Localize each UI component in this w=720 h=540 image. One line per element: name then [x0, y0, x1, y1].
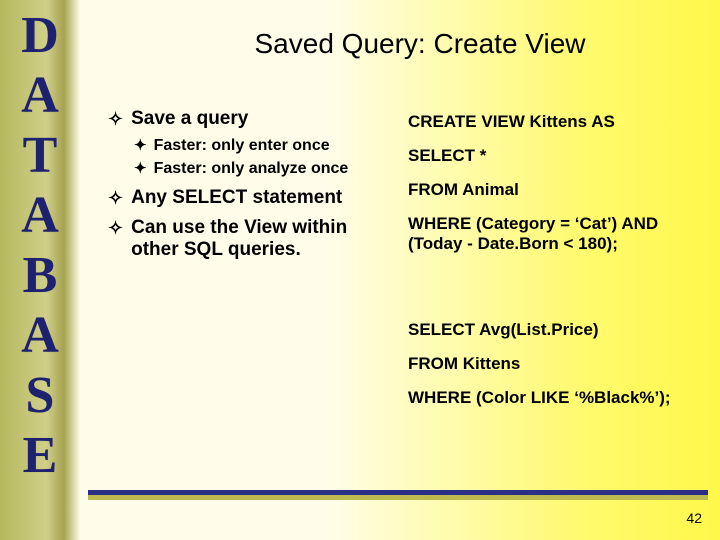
- sidebar-letter: A: [21, 306, 59, 366]
- sql-block-create-view: CREATE VIEW Kittens AS SELECT * FROM Ani…: [408, 112, 708, 268]
- slide-title: Saved Query: Create View: [160, 28, 680, 60]
- cross-icon: ✦: [134, 136, 147, 156]
- sidebar-letter: D: [21, 6, 59, 66]
- bullet-text: Save a query: [131, 108, 398, 130]
- bullet-level2: ✦ Faster: only enter once: [134, 136, 398, 156]
- sql-line: WHERE (Color LIKE ‘%Black%’);: [408, 388, 708, 408]
- sql-line: SELECT *: [408, 146, 708, 166]
- sql-line: FROM Kittens: [408, 354, 708, 374]
- sql-line: CREATE VIEW Kittens AS: [408, 112, 708, 132]
- bullet-list: ✧ Save a query ✦ Faster: only enter once…: [108, 100, 398, 267]
- sidebar-letter: A: [21, 186, 59, 246]
- bullet-text: Faster: only analyze once: [154, 159, 398, 179]
- sql-line: WHERE (Category = ‘Cat’) AND (Today - Da…: [408, 214, 708, 254]
- diamond-icon: ✧: [108, 187, 123, 209]
- slide: D A T A B A S E Saved Query: Create View…: [0, 0, 720, 540]
- sidebar-database-letters: D A T A B A S E: [0, 0, 80, 540]
- diamond-icon: ✧: [108, 217, 123, 239]
- cross-icon: ✦: [134, 159, 147, 179]
- footer-divider: [88, 490, 708, 495]
- sql-line: SELECT Avg(List.Price): [408, 320, 708, 340]
- sidebar-letter: T: [23, 126, 58, 186]
- sidebar-letter: A: [21, 66, 59, 126]
- bullet-text: Faster: only enter once: [154, 136, 398, 156]
- bullet-level1: ✧ Any SELECT statement: [108, 187, 398, 209]
- bullet-level1: ✧ Save a query: [108, 108, 398, 130]
- bullet-level1: ✧ Can use the View within other SQL quer…: [108, 217, 398, 261]
- sql-block-select-avg: SELECT Avg(List.Price) FROM Kittens WHER…: [408, 320, 708, 422]
- bullet-text: Can use the View within other SQL querie…: [131, 217, 398, 261]
- page-number: 42: [686, 510, 702, 526]
- sidebar-letter: E: [23, 426, 58, 486]
- sidebar-letter: B: [23, 246, 58, 306]
- bullet-level2: ✦ Faster: only analyze once: [134, 159, 398, 179]
- bullet-text: Any SELECT statement: [131, 187, 398, 209]
- sql-line: FROM Animal: [408, 180, 708, 200]
- sidebar-letter: S: [26, 366, 55, 426]
- diamond-icon: ✧: [108, 108, 123, 130]
